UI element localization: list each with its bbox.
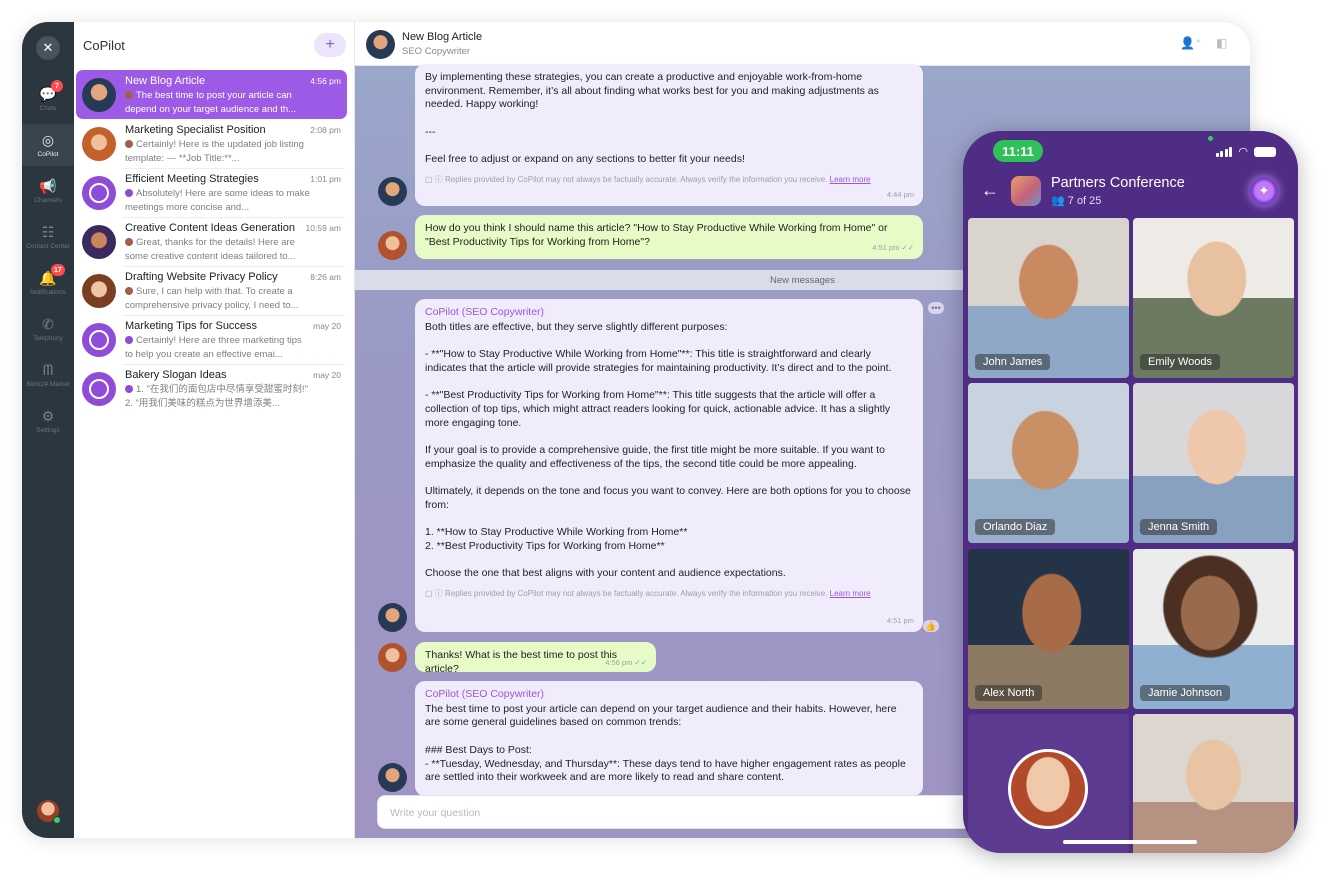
user-avatar	[378, 231, 407, 260]
sender-name: CoPilot (SEO Copywriter)	[425, 306, 545, 318]
wifi-icon: ◠	[1238, 146, 1248, 158]
sender-avatar	[125, 238, 133, 246]
market-icon: ᗰ	[42, 361, 54, 378]
participant-avatar	[1008, 749, 1088, 829]
status-bar: ◠	[1215, 145, 1276, 158]
chat-item[interactable]: New Blog Article 4:56 pm The best time t…	[76, 70, 347, 119]
video-tile[interactable]: Alex North	[968, 549, 1129, 709]
sender-avatar	[125, 140, 133, 148]
bot-avatar	[378, 177, 407, 206]
chat-list-panel: CoPilot + New Blog Article 4:56 pm The b…	[74, 22, 355, 838]
sender-avatar	[125, 287, 133, 295]
learn-more-link[interactable]: Learn more	[830, 589, 871, 598]
rail-item-copilot[interactable]: ◎ CoPilot	[22, 124, 74, 166]
learn-more-link[interactable]: Learn more	[830, 175, 871, 184]
chat-list-title: CoPilot	[83, 38, 125, 53]
conversation-title: New Blog Article	[402, 31, 483, 43]
more-options-icon[interactable]: •••	[928, 302, 944, 314]
user-avatar[interactable]	[37, 800, 61, 824]
phone-mockup: 11:11 ◠ ← Partners Conference 👥 7 of 25 …	[963, 131, 1298, 853]
chat-avatar	[82, 78, 116, 112]
gear-icon: ⚙	[41, 407, 55, 424]
chat-avatar	[82, 127, 116, 161]
conversation-subtitle: SEO Copywriter	[402, 46, 471, 57]
add-user-icon[interactable]: 👤⁺	[1180, 36, 1201, 50]
video-tile[interactable]: Jamie Johnson	[1133, 549, 1294, 709]
status-time: 11:11	[993, 140, 1043, 162]
like-icon[interactable]: 👍	[923, 620, 939, 632]
user-avatar	[378, 643, 407, 672]
chat-item[interactable]: Drafting Website Privacy Policy 8:26 am …	[76, 266, 347, 315]
chat-item[interactable]: Efficient Meeting Strategies 1:01 pm Abs…	[76, 168, 347, 217]
bot-avatar	[378, 603, 407, 632]
notification-badge: 7	[51, 80, 63, 92]
contact-center-icon: ☷	[41, 223, 55, 240]
sender-avatar	[125, 189, 133, 197]
rail-item-telephony[interactable]: ✆ Telephony	[22, 308, 74, 350]
chat-item[interactable]: Marketing Specialist Position 2:08 pm Ce…	[76, 119, 347, 168]
disclaimer: ▢ ⓘ Replies provided by CoPilot may not …	[425, 589, 871, 599]
copilot-icon: ◎	[41, 131, 55, 148]
message-bubble: Thanks! What is the best time to post th…	[415, 642, 656, 675]
phone-icon: ✆	[42, 315, 54, 332]
rail-item-channels[interactable]: 📢 Channels	[22, 170, 74, 212]
chat-item[interactable]: Bakery Slogan Ideas may 20 1. "在我们的面包店中尽…	[76, 364, 347, 413]
read-check-icon: ✓✓	[901, 243, 914, 253]
video-tile[interactable]	[1133, 714, 1294, 853]
copilot-avatar	[82, 323, 116, 357]
new-chat-button[interactable]: +	[314, 33, 346, 57]
online-status-dot	[53, 816, 61, 824]
video-tile[interactable]: John James	[968, 218, 1129, 378]
home-indicator	[1063, 840, 1197, 844]
sender-avatar	[125, 336, 133, 344]
message-bubble: By implementing these strategies, you ca…	[415, 64, 923, 206]
back-arrow-icon[interactable]: ←	[981, 180, 999, 201]
disclaimer: ▢ ⓘ Replies provided by CoPilot may not …	[425, 174, 871, 184]
rail-item-chats[interactable]: 💬 Chats 7	[22, 78, 74, 120]
camera-indicator	[1208, 136, 1213, 141]
battery-icon	[1254, 146, 1276, 157]
video-tile[interactable]: Jenna Smith	[1133, 383, 1294, 543]
video-tile-camera-off[interactable]	[968, 714, 1129, 853]
chat-avatar	[82, 225, 116, 259]
copilot-sparkle-button[interactable]: ✦	[1250, 177, 1278, 205]
question-input[interactable]: Write your question	[377, 795, 1017, 829]
rail-item-market[interactable]: ᗰ Bitrix24.Market	[22, 354, 74, 396]
conversation-header: New Blog Article SEO Copywriter 👤⁺ ◧	[355, 22, 1250, 66]
message-bubble: CoPilot (SEO Copywriter) The best time t…	[415, 681, 923, 796]
copilot-avatar	[82, 372, 116, 406]
close-icon[interactable]: ✕	[36, 36, 60, 60]
chat-avatar[interactable]	[366, 30, 395, 59]
bot-avatar	[378, 763, 407, 792]
participant-count: 7 of 25	[1067, 195, 1102, 207]
notification-badge: 17	[51, 264, 65, 276]
chat-item[interactable]: Marketing Tips for Success may 20 Certai…	[76, 315, 347, 364]
nav-rail: ✕ 💬 Chats 7 ◎ CoPilot 📢 Channels ☷ Conta…	[22, 22, 74, 838]
rail-item-notifications[interactable]: 🔔 Notifications 17	[22, 262, 74, 304]
sidebar-toggle-icon[interactable]: ◧	[1216, 36, 1227, 50]
rail-item-settings[interactable]: ⚙ Settings	[22, 400, 74, 442]
chat-item[interactable]: Creative Content Ideas Generation 10:59 …	[76, 217, 347, 266]
video-tile[interactable]: Orlando Diaz	[968, 383, 1129, 543]
rail-item-contact-center[interactable]: ☷ Contact Center	[22, 216, 74, 258]
megaphone-icon: 📢	[39, 177, 57, 194]
conference-avatar	[1011, 176, 1041, 206]
signal-icon	[1215, 146, 1233, 157]
copilot-avatar	[82, 176, 116, 210]
conference-title: Partners Conference	[1051, 175, 1185, 191]
chat-avatar	[82, 274, 116, 308]
sender-avatar	[125, 91, 133, 99]
participants-icon: 👥	[1051, 195, 1065, 207]
message-bubble: CoPilot (SEO Copywriter) Both titles are…	[415, 299, 923, 632]
video-tile[interactable]: Emily Woods	[1133, 218, 1294, 378]
sender-avatar	[125, 385, 133, 393]
sender-name: CoPilot (SEO Copywriter)	[425, 688, 545, 700]
message-bubble: How do you think I should name this arti…	[415, 215, 923, 259]
read-check-icon: ✓✓	[634, 658, 647, 668]
